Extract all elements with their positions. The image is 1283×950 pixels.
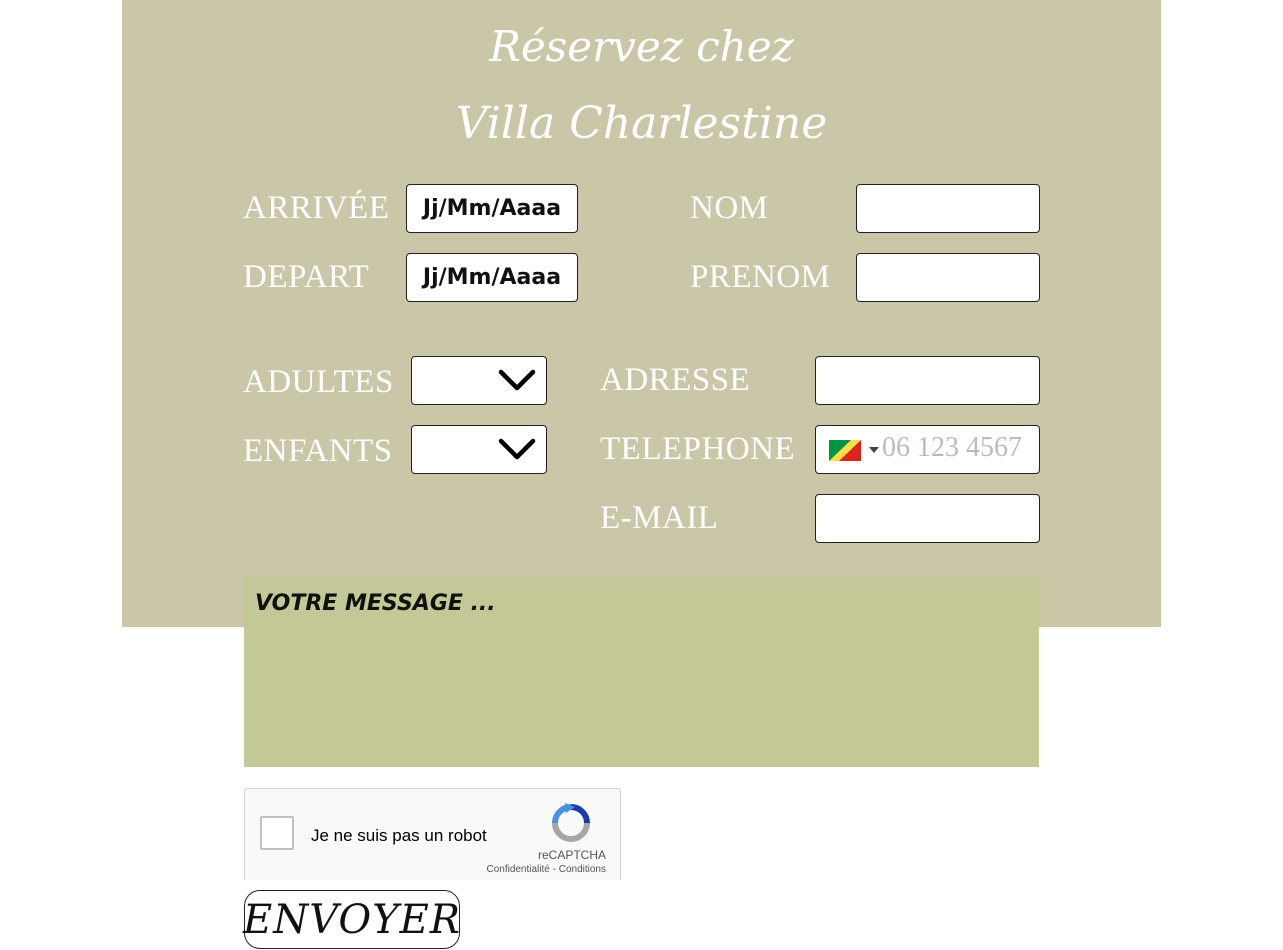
submit-button[interactable]: ENVOYER: [243, 890, 460, 949]
depart-date-field[interactable]: Jj/Mm/Aaaa: [406, 253, 578, 302]
message-textarea[interactable]: VOTRE MESSAGE ...: [244, 577, 1039, 767]
adresse-label: ADRESSE: [600, 362, 751, 398]
adultes-select[interactable]: [411, 356, 547, 405]
recaptcha-label: Je ne suis pas un robot: [311, 826, 487, 845]
message-placeholder: VOTRE MESSAGE ...: [255, 591, 496, 616]
recaptcha-privacy-link[interactable]: Confidentialité: [486, 864, 549, 875]
telephone-input[interactable]: 06 123 4567: [815, 425, 1040, 474]
enfants-select[interactable]: [411, 425, 547, 474]
nom-input[interactable]: [856, 184, 1040, 233]
recaptcha-checkbox[interactable]: [260, 816, 294, 850]
email-label: E-MAIL: [600, 500, 719, 536]
email-input[interactable]: [815, 494, 1040, 543]
recaptcha-terms-link[interactable]: Conditions: [559, 864, 606, 875]
recaptcha-logo-icon: [552, 803, 590, 842]
telephone-label: TELEPHONE: [600, 431, 796, 467]
recaptcha-link-separator: -: [549, 864, 559, 875]
telephone-placeholder: 06 123 4567: [882, 432, 1022, 463]
congo-flag-icon[interactable]: [829, 440, 861, 461]
page-title: Réservez chez: [489, 22, 794, 71]
chevron-down-icon: [498, 369, 536, 391]
prenom-label: PRENOM: [690, 259, 831, 295]
recaptcha-links: Confidentialité - Conditions: [486, 864, 606, 875]
chevron-down-icon: [498, 438, 536, 460]
adultes-label: ADULTES: [243, 364, 394, 400]
recaptcha-brand: reCAPTCHA: [537, 848, 606, 862]
depart-label: DEPART: [243, 259, 370, 295]
nom-label: NOM: [690, 190, 769, 226]
recaptcha-widget: Je ne suis pas un robot reCAPTCHA Confid…: [244, 788, 621, 880]
enfants-label: ENFANTS: [243, 433, 393, 469]
country-dropdown-caret-icon[interactable]: [869, 447, 879, 453]
arrivee-date-field[interactable]: Jj/Mm/Aaaa: [406, 184, 578, 233]
adresse-input[interactable]: [815, 356, 1040, 405]
prenom-input[interactable]: [856, 253, 1040, 302]
page-subtitle: Villa Charlestine: [455, 98, 828, 149]
arrivee-label: ARRIVÉE: [243, 190, 390, 226]
